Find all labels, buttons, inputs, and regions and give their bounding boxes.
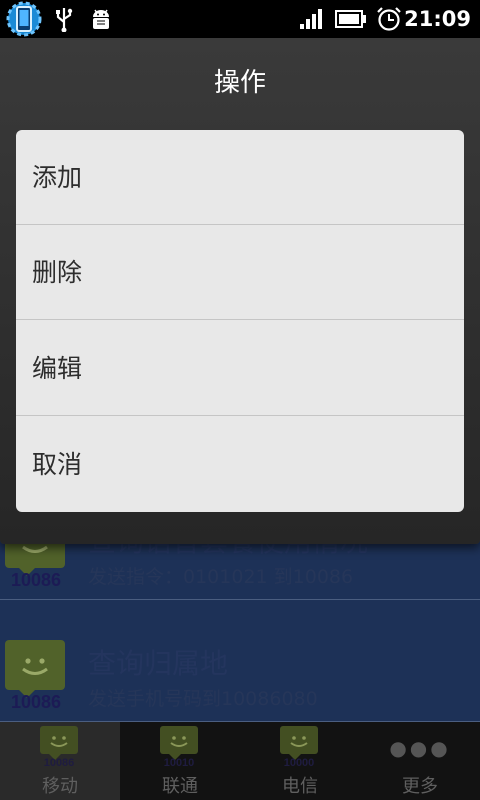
more-dots-icon: ●●● bbox=[389, 736, 451, 760]
tab-icon-number: 10000 bbox=[283, 757, 315, 769]
tab-unicom[interactable]: 10010 联通 bbox=[120, 722, 240, 800]
action-dialog: 操作 添加 删除 编辑 取消 bbox=[0, 38, 480, 544]
menu-item-delete[interactable]: 删除 bbox=[16, 225, 464, 320]
sms-bubble-icon: 10010 bbox=[160, 726, 200, 770]
sms-number: 10086 bbox=[10, 570, 62, 590]
list-item-title: 查询归属地 bbox=[88, 647, 229, 680]
dialog-title: 操作 bbox=[213, 68, 266, 98]
dialog-menu: 添加 删除 编辑 取消 bbox=[16, 130, 464, 512]
android-debug-icon bbox=[86, 0, 116, 38]
menu-item-add[interactable]: 添加 bbox=[16, 130, 464, 225]
tab-more[interactable]: ●●● 更多 bbox=[360, 722, 480, 800]
sms-number: 10086 bbox=[10, 692, 62, 712]
menu-item-cancel[interactable]: 取消 bbox=[16, 417, 464, 512]
tab-label: 移动 bbox=[42, 776, 78, 797]
menu-item-edit[interactable]: 编辑 bbox=[16, 321, 464, 416]
status-bar: 21:09 bbox=[0, 0, 480, 38]
tab-icon-number: 10010 bbox=[163, 757, 195, 769]
tab-label: 更多 bbox=[402, 776, 438, 797]
tab-icon-number: 10086 bbox=[43, 757, 75, 769]
tab-telecom[interactable]: 10000 电信 bbox=[240, 722, 360, 800]
list-item-subtitle: 发送手机号码到10086080 bbox=[88, 688, 318, 710]
alarm-icon bbox=[374, 0, 404, 38]
tab-label: 联通 bbox=[162, 776, 198, 797]
menu-item-label: 编辑 bbox=[32, 354, 83, 383]
menu-item-label: 添加 bbox=[32, 163, 83, 192]
clock-time: 21:09 bbox=[404, 7, 471, 31]
list-item-subtitle: 发送指令：0101021 到10086 bbox=[88, 566, 354, 588]
list-item[interactable]: 10086 查询归属地 发送手机号码到10086080 bbox=[0, 634, 480, 722]
phone-settings-icon bbox=[4, 0, 44, 38]
tab-mobile[interactable]: 10086 移动 bbox=[0, 722, 120, 800]
signal-icon bbox=[298, 0, 326, 38]
bottom-tab-bar: 10086 移动 10010 联通 10000 电信 ●●● 更多 bbox=[0, 722, 480, 800]
usb-icon bbox=[52, 0, 76, 38]
menu-item-label: 取消 bbox=[32, 450, 83, 479]
sms-bubble-icon: 10086 bbox=[40, 726, 80, 770]
tab-label: 电信 bbox=[282, 776, 318, 797]
menu-item-label: 删除 bbox=[32, 258, 83, 287]
sms-bubble-icon: 10000 bbox=[280, 726, 320, 770]
battery-icon bbox=[334, 0, 368, 38]
sms-bubble-icon: 10086 bbox=[5, 640, 67, 720]
